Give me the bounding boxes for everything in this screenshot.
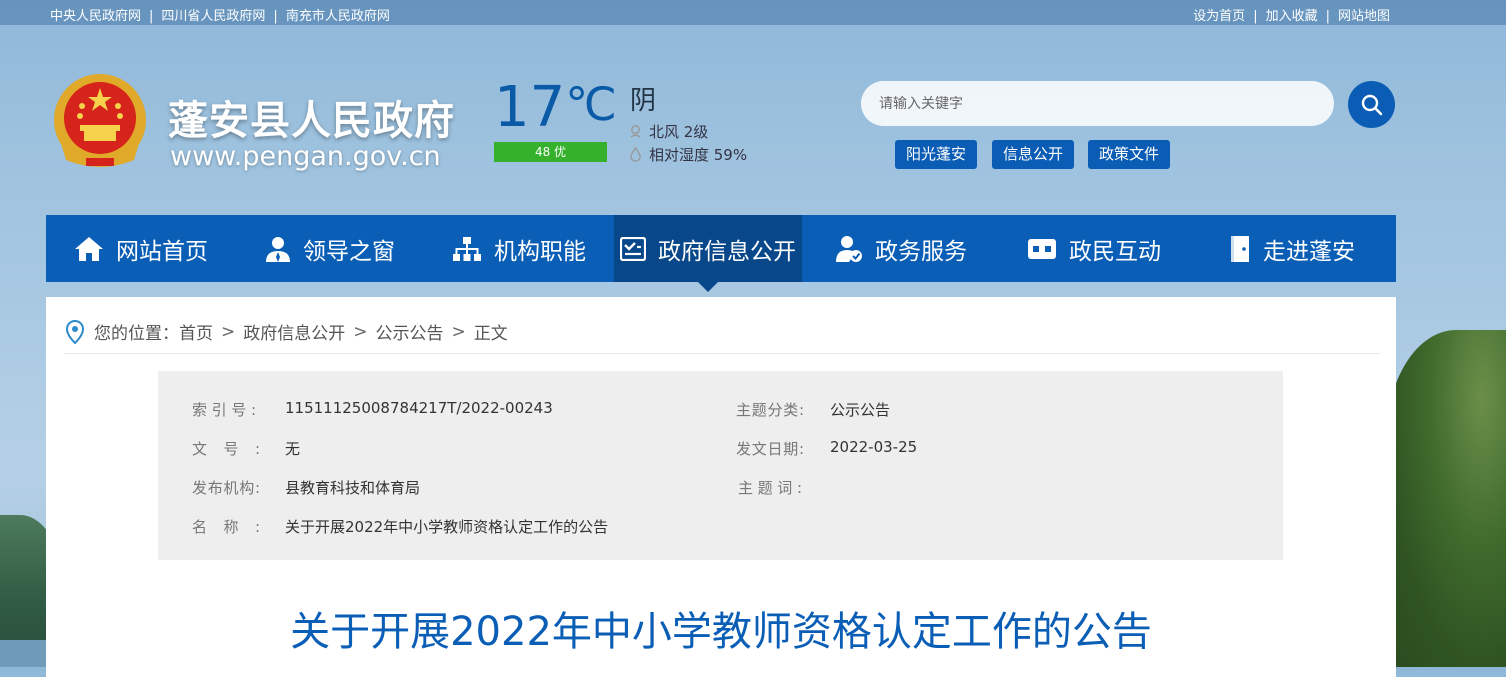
nav-item-interaction[interactable]: 政民互动 (1000, 215, 1188, 282)
meta-row: 索引号: 11511125008784217T/2022-00243 主题分类:… (158, 399, 1283, 419)
link-add-favorite[interactable]: 加入收藏 (1266, 9, 1318, 24)
meta-value-org: 县教育科技和体育局 (285, 479, 421, 497)
meta-label-date: 发文日期: (736, 440, 804, 458)
nav-item-services[interactable]: 政务服务 (802, 215, 1000, 282)
chat-icon (1028, 238, 1056, 259)
humidity-info: 相对湿度 59% (628, 144, 747, 165)
link-set-homepage[interactable]: 设为首页 (1193, 9, 1245, 24)
wind-text: 北风 2级 (649, 123, 709, 141)
nav-label: 政府信息公开 (658, 238, 796, 265)
document-check-icon (620, 236, 646, 261)
door-icon (1231, 235, 1249, 262)
breadcrumb-separator: > (451, 321, 466, 342)
national-emblem-icon[interactable] (50, 70, 150, 175)
site-url: www.pengan.gov.cn (170, 141, 441, 172)
meta-value-docno: 无 (285, 440, 301, 458)
temperature: 17℃ (494, 75, 617, 140)
nav-label: 领导之窗 (303, 238, 395, 265)
breadcrumb-notices[interactable]: 公示公告 (376, 319, 444, 344)
meta-row: 名称: 关于开展2022年中小学教师资格认定工作的公告 (158, 516, 1283, 536)
nav-label: 网站首页 (116, 238, 208, 265)
quick-link-info-open[interactable]: 信息公开 (992, 140, 1075, 169)
meta-label-docno: 文号: (192, 440, 260, 458)
wind-info: 北风 2级 (628, 121, 708, 142)
nav-item-gov-info-open[interactable]: 政府信息公开 (614, 215, 802, 292)
meta-row: 文号: 无 发文日期: 2022-03-25 (158, 438, 1283, 458)
nav-item-organization[interactable]: 机构职能 (424, 215, 614, 282)
separator: | (273, 9, 278, 24)
document-metadata: 索引号: 11511125008784217T/2022-00243 主题分类:… (158, 371, 1283, 560)
breadcrumb-home[interactable]: 首页 (179, 319, 213, 344)
search-input[interactable] (861, 81, 1334, 126)
breadcrumb-prefix: 您的位置： (94, 324, 179, 344)
link-central-gov[interactable]: 中央人民政府网 (50, 9, 141, 24)
breadcrumb-separator: > (353, 321, 368, 342)
background-hill (1386, 330, 1506, 667)
separator: | (149, 9, 154, 24)
top-links-right: 设为首页 | 加入收藏 | 网站地图 (1193, 5, 1390, 24)
wind-icon (630, 125, 641, 138)
search-icon (1361, 94, 1382, 115)
breadcrumb-separator: > (221, 321, 236, 342)
main-nav: 网站首页 领导之窗 机构职能 政府信息公开 政务服务 政民互动 走进蓬安 (46, 215, 1396, 292)
meta-value-topic: 公示公告 (830, 401, 891, 419)
meta-value-date: 2022-03-25 (830, 438, 918, 456)
top-bar: 中央人民政府网 | 四川省人民政府网 | 南充市人民政府网 设为首页 | 加入收藏 | 网站地图 (0, 0, 1506, 25)
service-icon (836, 235, 862, 262)
meta-label-org: 发布机构: (192, 479, 260, 497)
home-icon (75, 236, 103, 261)
meta-row: 发布机构: 县教育科技和体育局 主题词: (158, 477, 1283, 497)
link-sitemap[interactable]: 网站地图 (1338, 9, 1390, 24)
meta-label-index: 索引号: (192, 401, 256, 419)
meta-value-name: 关于开展2022年中小学教师资格认定工作的公告 (285, 518, 609, 536)
content-panel: 您的位置： 首页 > 政府信息公开 > 公示公告 > 正文 索引号: 11511… (46, 297, 1396, 677)
temperature-unit: ℃ (565, 77, 617, 131)
divider (64, 353, 1380, 354)
weather-condition: 阴 (630, 86, 657, 116)
nav-item-leaders[interactable]: 领导之窗 (236, 215, 424, 282)
nav-item-about-pengan[interactable]: 走进蓬安 (1188, 215, 1396, 282)
meta-label-keyword: 主题词: (738, 479, 802, 497)
nav-label: 政民互动 (1069, 238, 1161, 265)
site-title[interactable]: 蓬安县人民政府 (168, 88, 455, 146)
meta-label-name: 名称: (192, 518, 260, 536)
separator: | (1325, 9, 1330, 24)
link-sichuan-gov[interactable]: 四川省人民政府网 (161, 9, 265, 24)
document-title: 关于开展2022年中小学教师资格认定工作的公告 (290, 609, 1152, 655)
top-links-left: 中央人民政府网 | 四川省人民政府网 | 南充市人民政府网 (50, 5, 390, 24)
nav-label: 政务服务 (875, 238, 967, 265)
org-chart-icon (453, 236, 481, 261)
quick-link-sunshine[interactable]: 阳光蓬安 (895, 140, 978, 169)
breadcrumb-current: 正文 (473, 324, 508, 344)
separator: | (1253, 9, 1258, 24)
meta-label-topic: 主题分类: (736, 401, 804, 419)
location-pin-icon (65, 319, 85, 344)
aqi-badge: 48 优 (494, 142, 607, 162)
humidity-icon (630, 147, 641, 162)
breadcrumb: 您的位置： 首页 > 政府信息公开 > 公示公告 > 正文 (64, 319, 508, 344)
meta-value-index: 11511125008784217T/2022-00243 (285, 399, 553, 417)
nav-label: 机构职能 (494, 238, 586, 265)
nav-label: 走进蓬安 (1263, 238, 1355, 265)
nav-item-home[interactable]: 网站首页 (46, 215, 236, 282)
user-icon (266, 236, 290, 262)
breadcrumb-gov-info[interactable]: 政府信息公开 (243, 319, 345, 344)
quick-link-policy[interactable]: 政策文件 (1088, 140, 1171, 169)
humidity-text: 相对湿度 59% (649, 146, 748, 164)
search-button[interactable] (1348, 81, 1395, 128)
link-nanchong-gov[interactable]: 南充市人民政府网 (286, 9, 390, 24)
